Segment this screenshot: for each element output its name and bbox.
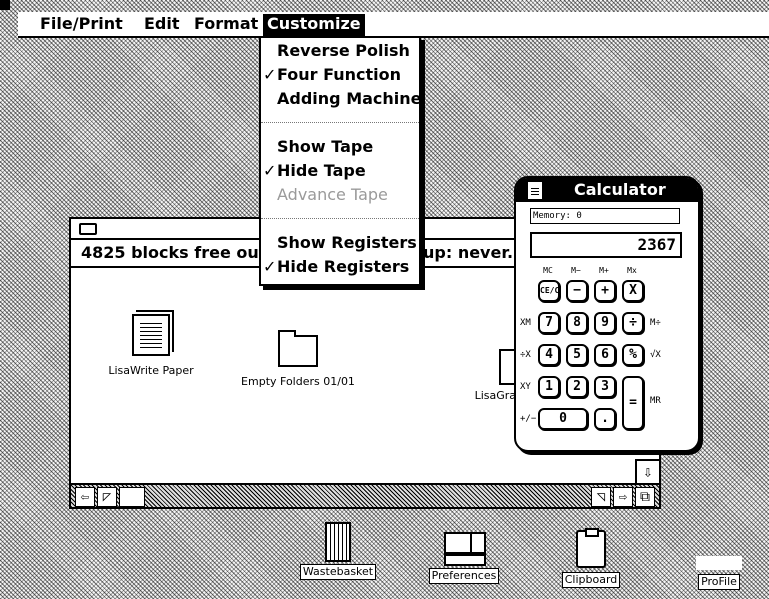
m-divide-label: M÷	[650, 318, 661, 328]
item-label: LisaWrite Paper	[108, 364, 194, 377]
m-plus-label: M+	[599, 266, 609, 275]
mr-label: MR	[650, 396, 661, 406]
checkmark-icon: ✓	[263, 161, 277, 180]
menu-item-show-registers[interactable]: Show Registers	[263, 232, 417, 254]
mx-label: Mx	[627, 266, 637, 275]
checkmark-icon: ✓	[263, 65, 277, 84]
key-5[interactable]: 5	[566, 344, 588, 366]
clipboard-icon	[576, 528, 606, 568]
clear-entry-button[interactable]: CE/C	[538, 280, 560, 302]
key-8[interactable]: 8	[566, 312, 588, 334]
minus-button[interactable]: −	[566, 280, 588, 302]
menu-file-print[interactable]: File/Print	[36, 14, 127, 36]
menu-separator	[261, 218, 419, 219]
desktop-icon-label: Wastebasket	[299, 564, 377, 580]
m-minus-label: M−	[571, 266, 581, 275]
item-label: Empty Folders 01/01	[241, 375, 355, 388]
menu-separator	[261, 122, 419, 123]
reciprocal-label: ÷X	[520, 350, 531, 360]
menu-item-adding-machine[interactable]: Adding Machine	[263, 88, 422, 110]
key-7[interactable]: 7	[538, 312, 560, 334]
preferences-icon	[444, 532, 486, 566]
multiply-button[interactable]: X	[622, 280, 644, 302]
customize-menu: Reverse Polish ✓Four Function Adding Mac…	[259, 36, 422, 286]
desktop-icon-label: Preferences	[428, 568, 500, 584]
sqrt-label: √X	[650, 350, 661, 360]
empty-folders-item[interactable]: Empty Folders 01/01	[233, 329, 363, 388]
menu-item-reverse-polish[interactable]: Reverse Polish	[263, 40, 410, 62]
wastebasket-item[interactable]: Wastebasket	[298, 522, 378, 580]
key-2[interactable]: 2	[566, 376, 588, 398]
desktop-icon-label: ProFile	[698, 574, 740, 590]
key-6[interactable]: 6	[594, 344, 616, 366]
blocks-free-text: 4825 blocks free out	[81, 243, 267, 262]
scroll-down-arrow-icon[interactable]: ⇩	[635, 459, 659, 483]
scroll-right-arrow-icon[interactable]: ⇨	[613, 487, 633, 507]
key-4[interactable]: 4	[538, 344, 560, 366]
menu-item-show-tape[interactable]: Show Tape	[263, 136, 373, 158]
desktop-background: File/Print Edit Format Customize 4825 bl…	[0, 0, 769, 599]
document-stack-icon	[132, 314, 170, 356]
scroll-left-arrow-icon[interactable]: ⇦	[75, 487, 95, 507]
scroll-thumb[interactable]	[119, 487, 145, 507]
calculator-display: 2367	[530, 232, 682, 258]
menu-customize[interactable]: Customize	[263, 14, 365, 36]
desktop-icon-label: Clipboard	[561, 572, 621, 588]
key-9[interactable]: 9	[594, 312, 616, 334]
menu-item-four-function[interactable]: ✓Four Function	[263, 64, 401, 86]
calculator-title-bar[interactable]: Calculator	[516, 178, 698, 202]
profile-disk-icon	[696, 556, 742, 570]
xy-label: XY	[520, 382, 531, 392]
menu-edit[interactable]: Edit	[140, 14, 184, 36]
size-box-icon[interactable]: ⧉	[635, 487, 655, 507]
sign-label: +/−	[520, 414, 537, 424]
equals-button[interactable]: =	[622, 376, 644, 430]
plus-button[interactable]: +	[594, 280, 616, 302]
menu-bar: File/Print Edit Format Customize	[18, 12, 769, 38]
disk-icon	[79, 223, 97, 235]
page-right-icon[interactable]: ◹	[591, 487, 611, 507]
folder-icon	[278, 330, 318, 367]
backup-text: up: never.	[423, 243, 514, 262]
menu-item-hide-registers[interactable]: ✓Hide Registers	[263, 256, 409, 278]
wastebasket-icon	[325, 522, 351, 562]
xm-label: XM	[520, 318, 531, 328]
clipboard-item[interactable]: Clipboard	[556, 528, 626, 588]
key-3[interactable]: 3	[594, 376, 616, 398]
menu-item-advance-tape: Advance Tape	[277, 185, 388, 204]
lisawrite-paper-item[interactable]: LisaWrite Paper	[101, 314, 201, 377]
page-left-icon[interactable]: ◸	[97, 487, 117, 507]
horizontal-scrollbar[interactable]: ⇦ ◸ ◹ ⇨ ⧉	[71, 483, 659, 507]
checkmark-icon: ✓	[263, 257, 277, 276]
memory-readout: Memory: 0	[530, 208, 680, 224]
key-1[interactable]: 1	[538, 376, 560, 398]
menu-item-hide-tape[interactable]: ✓Hide Tape	[263, 160, 366, 182]
screen-corner	[0, 0, 10, 10]
key-0[interactable]: 0	[538, 408, 588, 430]
menu-format[interactable]: Format	[190, 14, 262, 36]
calculator-icon	[528, 182, 542, 199]
profile-item[interactable]: ProFile	[694, 556, 744, 590]
preferences-item[interactable]: Preferences	[425, 532, 503, 584]
percent-button[interactable]: %	[622, 344, 644, 366]
calculator-title: Calculator	[574, 180, 666, 199]
mc-label: MC	[543, 266, 553, 275]
calculator-window: Calculator Memory: 0 2367 MC M− M+ Mx CE…	[514, 176, 700, 452]
decimal-button[interactable]: .	[594, 408, 616, 430]
divide-button[interactable]: ÷	[622, 312, 644, 334]
